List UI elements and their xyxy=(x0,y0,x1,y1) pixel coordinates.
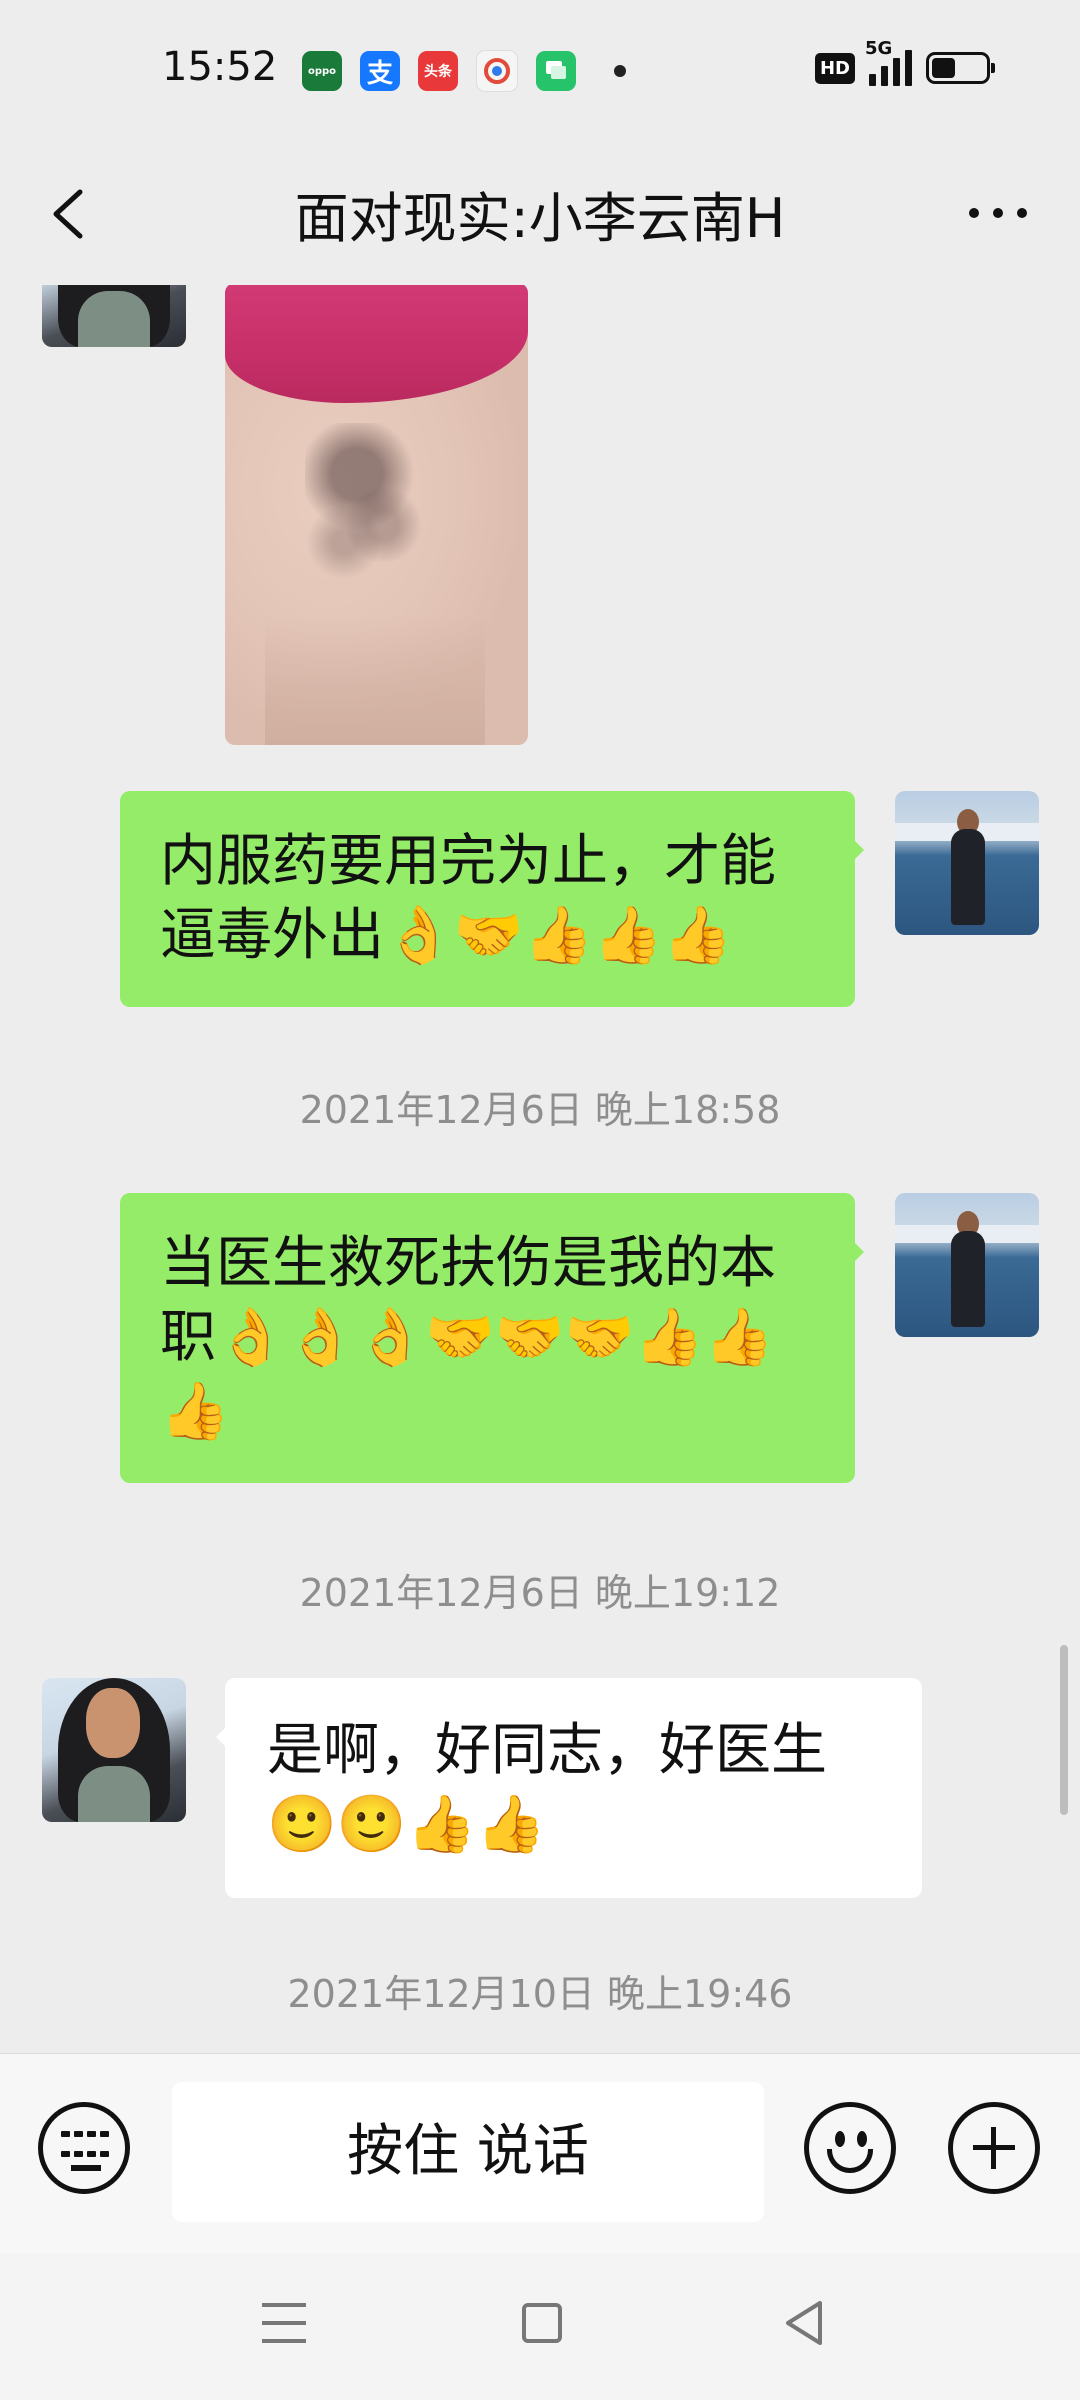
my-avatar[interactable] xyxy=(895,791,1039,935)
oppo-app-icon: oppo xyxy=(302,51,342,91)
alipay-icon: 支 xyxy=(360,51,400,91)
chat-header: 面对现实:小李云南H xyxy=(0,140,1080,285)
input-bar: 按住 说话 xyxy=(0,2053,1080,2254)
chat-title: 面对现实:小李云南H xyxy=(294,187,786,250)
status-time: 15:52 xyxy=(162,44,278,90)
home-button[interactable] xyxy=(522,2303,562,2343)
contact-avatar[interactable] xyxy=(42,1678,186,1822)
notification-icons: oppo 支 头条 xyxy=(302,50,626,92)
timestamp: 2021年12月10日 晚上19:46 xyxy=(287,1972,793,2016)
my-avatar[interactable] xyxy=(895,1193,1039,1337)
timestamp: 2021年12月6日 晚上18:58 xyxy=(299,1088,781,1132)
more-functions-button[interactable] xyxy=(948,2102,1040,2194)
messages-icon xyxy=(536,51,576,91)
message-list[interactable]: 内服药要用完为止，才能逼毒外出👌🤝👍👍👍 2021年12月6日 晚上18:58 … xyxy=(0,285,1080,2053)
keyboard-icon xyxy=(61,2131,109,2167)
scrollbar[interactable] xyxy=(1060,1645,1068,1815)
signal-icon: 5G xyxy=(865,38,912,86)
toutiao-icon: 头条 xyxy=(418,51,458,91)
more-notifications-dot xyxy=(614,65,626,77)
triangle-back-icon xyxy=(786,2301,822,2345)
smiley-icon xyxy=(835,2131,845,2147)
image-message[interactable] xyxy=(225,285,528,745)
more-options-button[interactable] xyxy=(958,188,1038,238)
message-bubble-outgoing[interactable]: 内服药要用完为止，才能逼毒外出👌🤝👍👍👍 xyxy=(120,791,864,1007)
emoji-button[interactable] xyxy=(804,2102,896,2194)
battery-icon xyxy=(926,52,995,84)
hold-to-talk-button[interactable]: 按住 说话 xyxy=(172,2082,764,2222)
browser-icon xyxy=(476,50,518,92)
hd-icon: HD xyxy=(814,52,855,84)
contact-avatar[interactable] xyxy=(42,285,186,347)
timestamp: 2021年12月6日 晚上19:12 xyxy=(299,1571,781,1615)
more-dots-icon xyxy=(969,208,979,218)
keyboard-toggle-button[interactable] xyxy=(38,2102,130,2194)
message-bubble-incoming[interactable]: 是啊，好同志，好医生🙂🙂👍👍 xyxy=(216,1678,922,1898)
message-bubble-outgoing[interactable]: 当医生救死扶伤是我的本职👌👌👌🤝🤝🤝👍👍👍 xyxy=(120,1193,864,1483)
status-bar: 15:52 oppo 支 头条 HD 5G xyxy=(0,0,1080,140)
system-nav-bar xyxy=(0,2253,1080,2400)
recent-apps-button[interactable] xyxy=(262,2303,306,2343)
network-type-label: 5G xyxy=(865,38,893,59)
